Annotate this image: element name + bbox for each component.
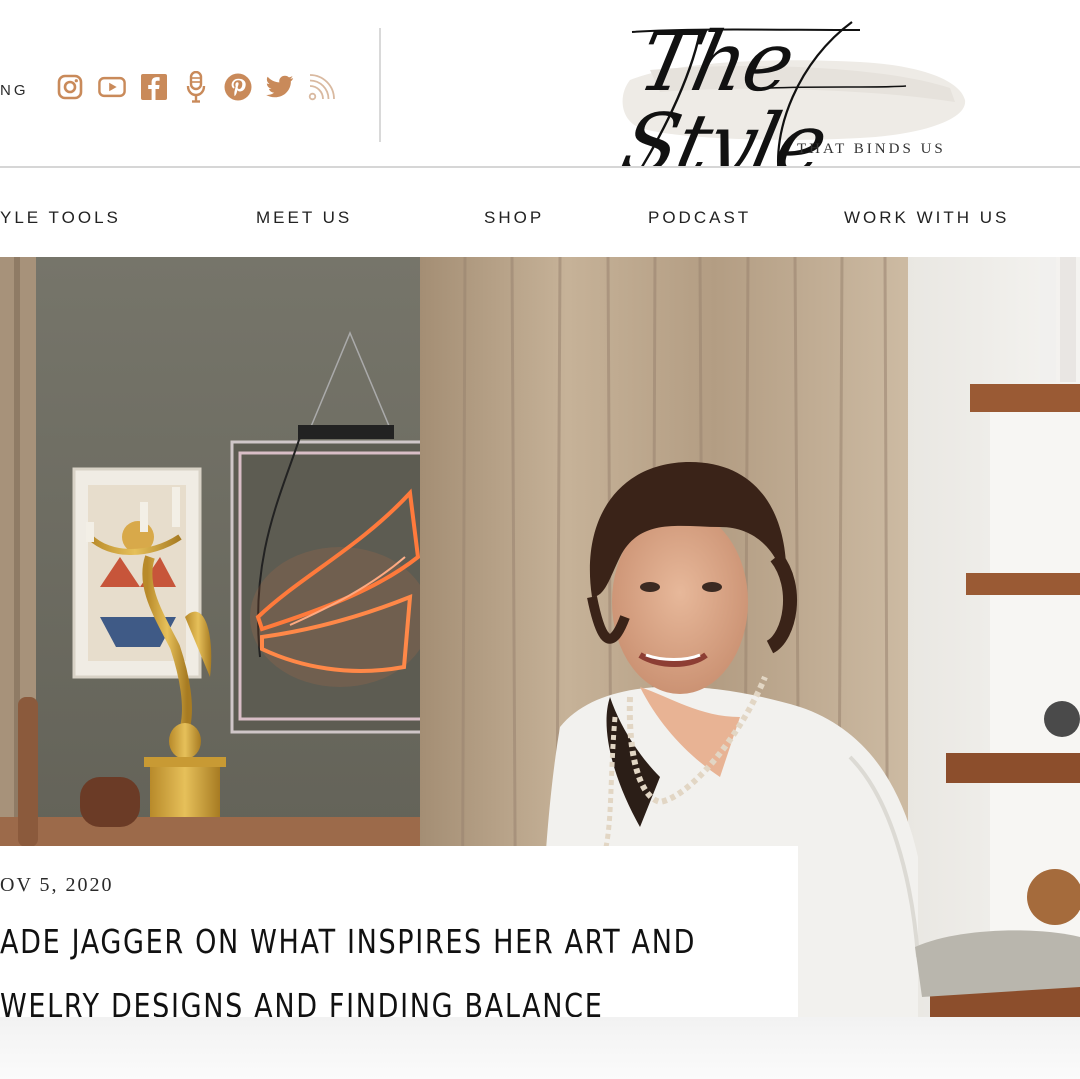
article-date: OV 5, 2020 [0, 874, 114, 896]
instagram-icon[interactable] [56, 72, 84, 102]
social-links [56, 71, 336, 103]
pinterest-icon[interactable] [224, 72, 252, 102]
nav-item-style-tools[interactable]: YLE TOOLS [0, 208, 121, 228]
header-link[interactable]: NG [0, 82, 29, 99]
rss-icon[interactable] [308, 72, 336, 102]
facebook-icon[interactable] [140, 72, 168, 102]
bottom-shadow [0, 1017, 1080, 1079]
logo-tagline: THAT BINDS US [797, 141, 946, 157]
nav-item-meet-us[interactable]: MEET US [256, 208, 352, 228]
site-header: NG The Style THAT BINDS US [0, 0, 1080, 192]
nav-item-work-with-us[interactable]: WORK WITH US [844, 208, 1009, 228]
nav-item-podcast[interactable]: PODCAST [648, 208, 751, 228]
nav-item-shop[interactable]: SHOP [484, 208, 544, 228]
microphone-icon[interactable] [182, 71, 210, 103]
main-nav: YLE TOOLS MEET US SHOP PODCAST WORK WITH… [0, 168, 1080, 256]
article-card[interactable]: OV 5, 2020 ADE JAGGER ON WHAT INSPIRES H… [0, 846, 798, 1025]
logo-script: The Style [613, 15, 834, 192]
header-divider [379, 28, 381, 142]
article-title-line-1: ADE JAGGER ON WHAT INSPIRES HER ART AND [0, 922, 697, 961]
twitter-icon[interactable] [266, 72, 294, 102]
youtube-icon[interactable] [98, 72, 126, 102]
